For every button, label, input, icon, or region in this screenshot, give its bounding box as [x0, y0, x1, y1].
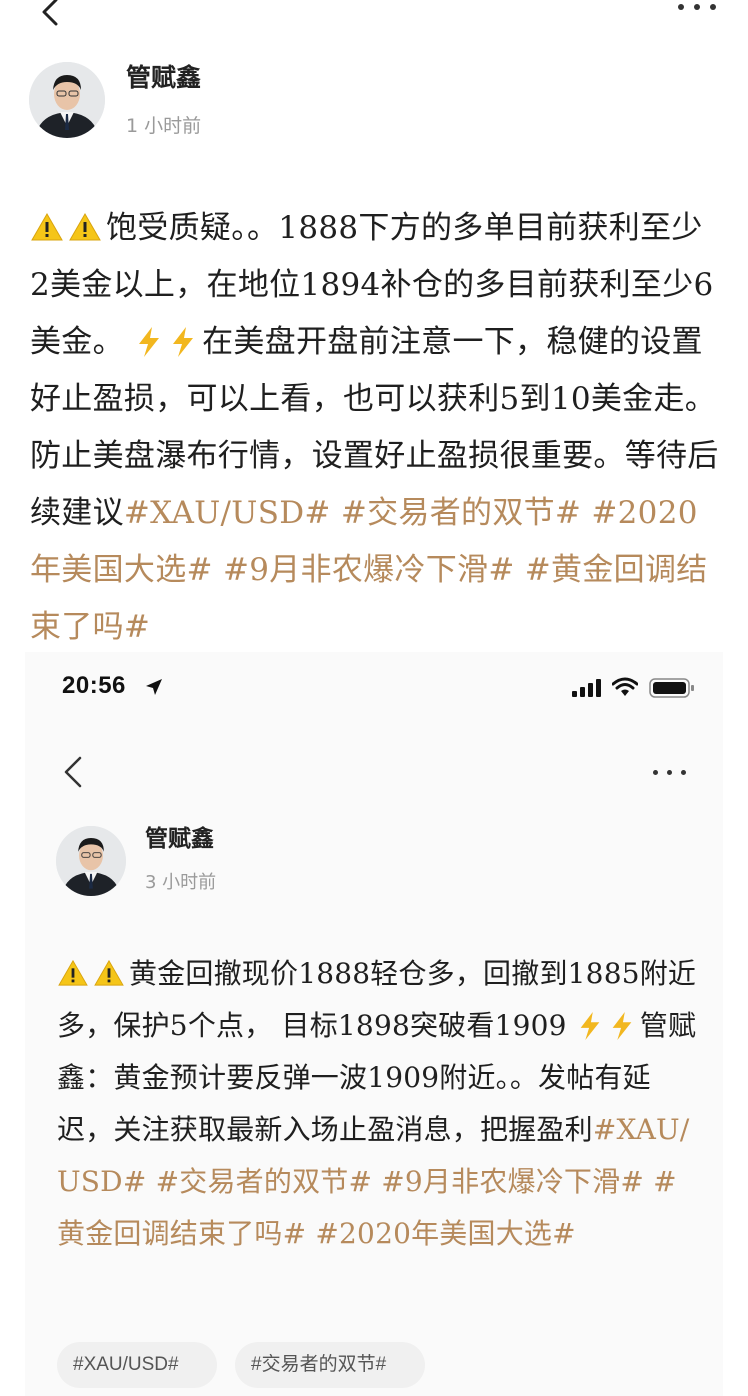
- post-timestamp: 1 小时前: [126, 115, 202, 137]
- author-name[interactable]: 管赋鑫: [145, 822, 214, 856]
- lightning-icon: [608, 1009, 640, 1042]
- warning-icon: [93, 957, 129, 990]
- post-timestamp: 3 小时前: [145, 872, 217, 893]
- hashtag-link[interactable]: #9月非农爆冷下滑#: [223, 552, 515, 588]
- warning-icon: [30, 210, 68, 246]
- embedded-screenshot[interactable]: 20:56 管赋鑫 3 小时前 黄金回撤现价1888轻仓多，回撤到1885附近多…: [25, 652, 723, 1396]
- avatar-photo-icon: [29, 62, 105, 138]
- more-button[interactable]: [676, 0, 720, 14]
- hashtag-link[interactable]: #XAU/USD#: [124, 495, 331, 531]
- hashtag-link[interactable]: #2020年美国大选#: [315, 1217, 575, 1250]
- back-chevron-icon: [64, 756, 82, 788]
- warning-icon: [57, 957, 93, 990]
- lightning-icon: [576, 1009, 608, 1042]
- hashtag-link[interactable]: #9月非农爆冷下滑#: [381, 1165, 644, 1198]
- back-button[interactable]: [59, 752, 89, 792]
- warning-icon: [68, 210, 106, 246]
- lightning-icon: [168, 324, 202, 360]
- avatar[interactable]: [29, 62, 105, 138]
- author-name[interactable]: 管赋鑫: [126, 60, 201, 96]
- hashtag-chip[interactable]: #XAU/USD#: [57, 1342, 217, 1388]
- location-arrow-icon: [146, 679, 162, 695]
- hashtag-link[interactable]: #交易者的双节#: [156, 1165, 373, 1198]
- avatar[interactable]: [56, 826, 126, 896]
- back-chevron-icon: [42, 0, 58, 26]
- battery-icon: [649, 678, 694, 698]
- lightning-icon: [134, 324, 168, 360]
- post-body: 黄金回撤现价1888轻仓多，回撤到1885附近多，保护5个点， 目标1898突破…: [57, 948, 697, 1260]
- post-body: 饱受质疑。。1888下方的多单目前获利至少2美金以上，在地位1894补仓的多目前…: [30, 200, 720, 656]
- wifi-icon: [612, 677, 638, 696]
- hashtag-chip[interactable]: #交易者的双节#: [235, 1342, 425, 1388]
- hashtag-link[interactable]: #交易者的双节#: [341, 495, 581, 531]
- status-bar-time: 20:56: [62, 672, 126, 699]
- avatar-photo-icon: [56, 826, 126, 896]
- cellular-signal-icon: [572, 679, 601, 697]
- back-button[interactable]: [34, 0, 68, 30]
- more-button[interactable]: [651, 768, 691, 778]
